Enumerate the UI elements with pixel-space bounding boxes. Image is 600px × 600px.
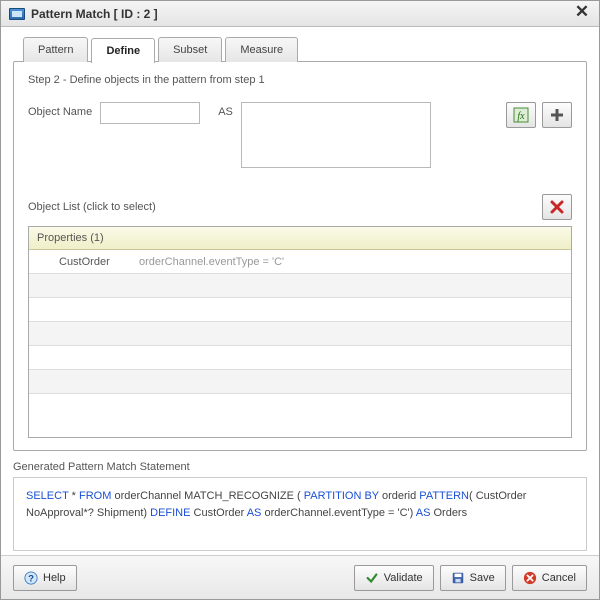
properties-grid: CustOrder orderChannel.eventType = 'C' [29, 250, 571, 437]
object-list-header-row: Object List (click to select) [28, 194, 572, 220]
table-row[interactable] [29, 346, 571, 370]
table-row[interactable] [29, 274, 571, 298]
check-icon [365, 571, 379, 585]
object-list: Properties (1) CustOrder orderChannel.ev… [28, 226, 572, 438]
table-row[interactable] [29, 370, 571, 394]
form-buttons: fx [506, 102, 572, 128]
delete-icon [549, 199, 565, 215]
help-label: Help [43, 572, 66, 584]
table-row[interactable] [29, 322, 571, 346]
save-button[interactable]: Save [440, 565, 506, 591]
close-icon[interactable]: ✕ [573, 5, 591, 23]
delete-button[interactable] [542, 194, 572, 220]
footer: ? Help Validate Save Cancel [1, 555, 599, 599]
tab-subset[interactable]: Subset [158, 37, 222, 62]
expression-builder-button[interactable]: fx [506, 102, 536, 128]
properties-header: Properties (1) [29, 227, 571, 250]
app-icon [9, 8, 25, 20]
tab-measure[interactable]: Measure [225, 37, 298, 62]
tabstrip: Pattern Define Subset Measure [23, 37, 587, 62]
table-row[interactable]: CustOrder orderChannel.eventType = 'C' [29, 250, 571, 274]
row-expr: orderChannel.eventType = 'C' [139, 256, 284, 268]
add-button[interactable] [542, 102, 572, 128]
svg-text:?: ? [28, 573, 34, 584]
svg-text:fx: fx [517, 111, 525, 122]
row-name: CustOrder [59, 256, 127, 268]
cancel-icon [523, 571, 537, 585]
object-name-label: Object Name [28, 102, 92, 118]
help-icon: ? [24, 571, 38, 585]
cancel-button[interactable]: Cancel [512, 565, 587, 591]
tab-pattern[interactable]: Pattern [23, 37, 88, 62]
formula-icon: fx [513, 107, 529, 123]
object-name-input[interactable] [100, 102, 200, 124]
form-row: Object Name AS fx [28, 102, 572, 168]
object-list-label: Object List (click to select) [28, 201, 156, 213]
generated-statement: SELECT * FROM orderChannel MATCH_RECOGNI… [13, 477, 587, 551]
validate-button[interactable]: Validate [354, 565, 434, 591]
plus-icon [549, 107, 565, 123]
help-button[interactable]: ? Help [13, 565, 77, 591]
window-title: Pattern Match [ ID : 2 ] [31, 7, 573, 21]
as-input[interactable] [241, 102, 431, 168]
table-row[interactable] [29, 394, 571, 418]
table-row[interactable] [29, 298, 571, 322]
dialog-body: Pattern Define Subset Measure Step 2 - D… [1, 27, 599, 555]
step-label: Step 2 - Define objects in the pattern f… [28, 74, 572, 86]
cancel-label: Cancel [542, 572, 576, 584]
pattern-match-dialog: Pattern Match [ ID : 2 ] ✕ Pattern Defin… [0, 0, 600, 600]
save-label: Save [470, 572, 495, 584]
define-panel: Step 2 - Define objects in the pattern f… [13, 61, 587, 451]
generated-label: Generated Pattern Match Statement [13, 461, 587, 473]
save-icon [451, 571, 465, 585]
titlebar: Pattern Match [ ID : 2 ] ✕ [1, 1, 599, 27]
tab-define[interactable]: Define [91, 38, 155, 63]
as-label: AS [218, 102, 233, 118]
validate-label: Validate [384, 572, 423, 584]
